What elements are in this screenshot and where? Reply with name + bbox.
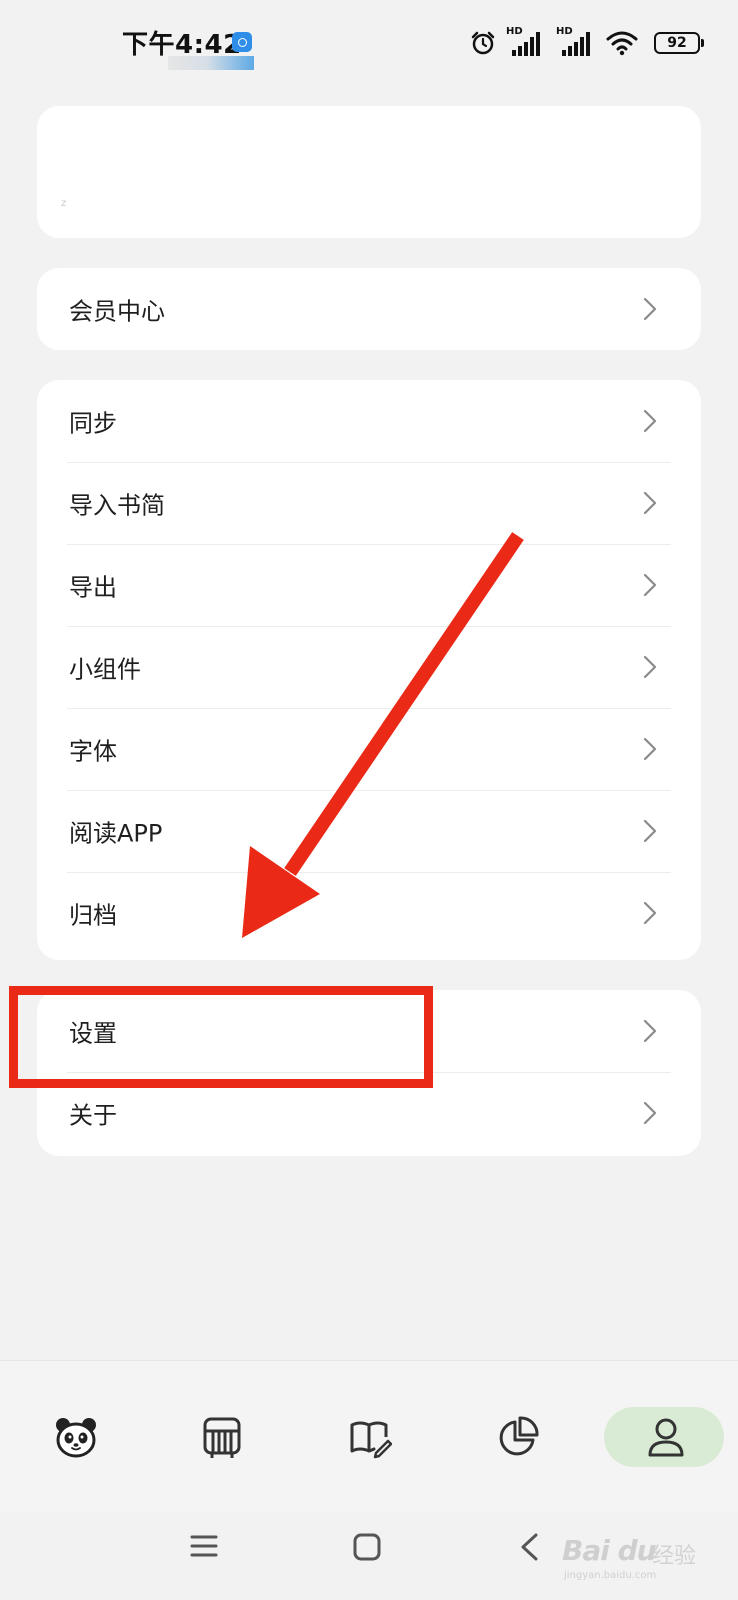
signal-hd-2-icon: HD <box>556 26 596 58</box>
profile-icon <box>648 1418 684 1457</box>
alarm-icon <box>471 31 495 55</box>
chevron-right-icon <box>643 491 657 515</box>
member-card: 会员中心 <box>37 268 701 350</box>
profile-card[interactable]: z <box>37 106 701 238</box>
chevron-right-icon <box>643 409 657 433</box>
chevron-right-icon <box>643 1019 657 1043</box>
annotation-highlight-box <box>9 986 433 1088</box>
pie-chart-icon <box>499 1416 539 1456</box>
chevron-right-icon <box>643 297 657 321</box>
battery-icon: 92 <box>654 32 704 54</box>
menu-item-label: 关于 <box>69 1101 117 1130</box>
menu-item-label: 阅读APP <box>69 819 163 848</box>
menu-item-fonts[interactable]: 字体 <box>37 708 701 790</box>
menu-item-label: 字体 <box>69 737 117 766</box>
watermark-sub: 经验 <box>652 1544 697 1569</box>
menu-item-member-center[interactable]: 会员中心 <box>37 268 701 350</box>
tab-statistics[interactable] <box>484 1405 548 1469</box>
menu-item-label: 小组件 <box>69 655 141 684</box>
chevron-right-icon <box>643 1101 657 1125</box>
book-edit-icon <box>350 1421 392 1459</box>
menu-item-archive[interactable]: 归档 <box>37 872 701 954</box>
bottom-tab-bar <box>0 1360 738 1511</box>
tab-home[interactable] <box>42 1405 106 1469</box>
menu-item-widgets[interactable]: 小组件 <box>37 626 701 708</box>
chevron-right-icon <box>643 901 657 925</box>
chevron-right-icon <box>643 819 657 843</box>
menu-item-import-bookmarks[interactable]: 导入书简 <box>37 462 701 544</box>
bookshelf-icon <box>203 1417 241 1458</box>
menu-item-export[interactable]: 导出 <box>37 544 701 626</box>
tab-notes[interactable] <box>336 1405 400 1469</box>
signal-hd-1-icon: HD <box>506 26 546 58</box>
baidu-watermark: Bai du 经验 jingyan.baidu.com <box>562 1524 702 1584</box>
panda-icon <box>56 1418 96 1458</box>
back-icon[interactable] <box>518 1532 540 1562</box>
home-button-icon[interactable] <box>352 1532 382 1562</box>
system-navigation-bar: Bai du 经验 jingyan.baidu.com <box>0 1510 738 1600</box>
notification-strip <box>168 56 254 70</box>
chevron-right-icon <box>643 737 657 761</box>
menu-item-reading-app[interactable]: 阅读APP <box>37 790 701 872</box>
watermark-brand: Bai du <box>562 1534 657 1567</box>
menu-item-label: 同步 <box>69 409 117 438</box>
menu-item-label: 会员中心 <box>69 297 165 326</box>
menu-item-label: 导出 <box>69 573 117 602</box>
menu-item-label: 归档 <box>69 901 117 930</box>
menu-icon[interactable] <box>190 1532 218 1560</box>
wifi-icon <box>606 31 638 56</box>
watermark-url: jingyan.baidu.com <box>564 1570 657 1581</box>
chevron-right-icon <box>643 655 657 679</box>
menu-item-sync[interactable]: 同步 <box>37 380 701 462</box>
chevron-right-icon <box>643 573 657 597</box>
tab-bookshelf[interactable] <box>190 1405 254 1469</box>
app-notification-icon <box>232 32 252 52</box>
tab-profile[interactable] <box>632 1405 696 1469</box>
profile-mark: z <box>61 198 67 209</box>
menu-item-label: 导入书简 <box>69 491 165 520</box>
tools-card: 同步 导入书简 导出 小组件 字体 阅读APP 归档 <box>37 380 701 960</box>
status-bar: 下午4:42 HD HD 92 <box>0 0 738 86</box>
status-icons: HD HD 92 <box>470 26 704 60</box>
